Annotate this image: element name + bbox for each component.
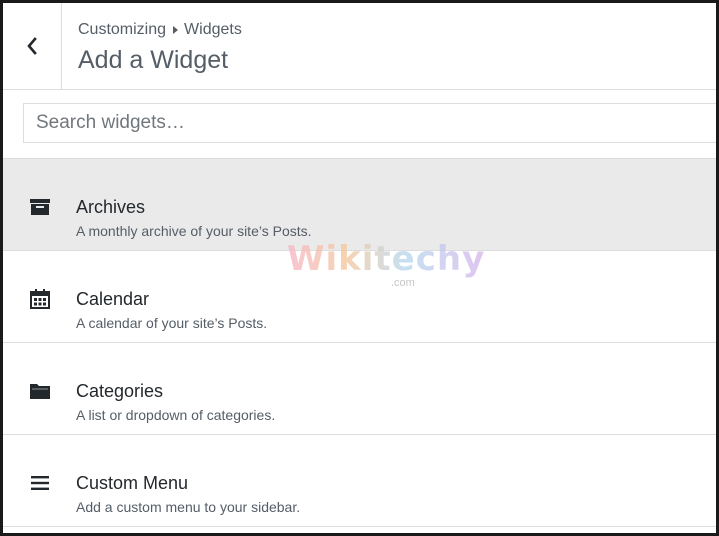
panel-header: Customizing Widgets Add a Widget xyxy=(3,3,719,90)
folder-icon xyxy=(29,380,51,402)
widget-description: A list or dropdown of categories. xyxy=(76,407,276,423)
back-button[interactable] xyxy=(3,3,62,89)
widget-description: Add a custom menu to your sidebar. xyxy=(76,499,301,515)
customizer-panel: Customizing Widgets Add a Widget Archive… xyxy=(0,0,719,536)
widget-item-calendar[interactable]: Calendar A calendar of your site’s Posts… xyxy=(3,251,719,343)
archive-box-icon xyxy=(29,196,51,218)
widget-title: Calendar xyxy=(76,289,150,309)
hamburger-menu-icon xyxy=(29,472,51,494)
chevron-left-icon xyxy=(27,37,37,55)
widget-item-archives[interactable]: Archives A monthly archive of your site’… xyxy=(3,159,719,251)
widget-title: Categories xyxy=(76,381,164,401)
breadcrumb-root: Customizing xyxy=(78,21,167,38)
widget-description: A calendar of your site’s Posts. xyxy=(76,315,268,331)
search-input[interactable] xyxy=(23,103,719,143)
calendar-icon xyxy=(29,288,51,310)
widget-description: A monthly archive of your site’s Posts. xyxy=(76,223,312,239)
breadcrumb: Customizing Widgets xyxy=(78,21,242,39)
widget-title: Archives xyxy=(76,197,146,217)
widget-item-categories[interactable]: Categories A list or dropdown of categor… xyxy=(3,343,719,435)
search-area xyxy=(3,90,719,159)
widget-title: Custom Menu xyxy=(76,473,189,493)
widget-list: Archives A monthly archive of your site’… xyxy=(3,159,719,527)
page-title: Add a Widget xyxy=(78,46,229,74)
breadcrumb-separator-icon xyxy=(173,26,179,34)
breadcrumb-current: Widgets xyxy=(184,21,242,38)
widget-item-custom-menu[interactable]: Custom Menu Add a custom menu to your si… xyxy=(3,435,719,527)
